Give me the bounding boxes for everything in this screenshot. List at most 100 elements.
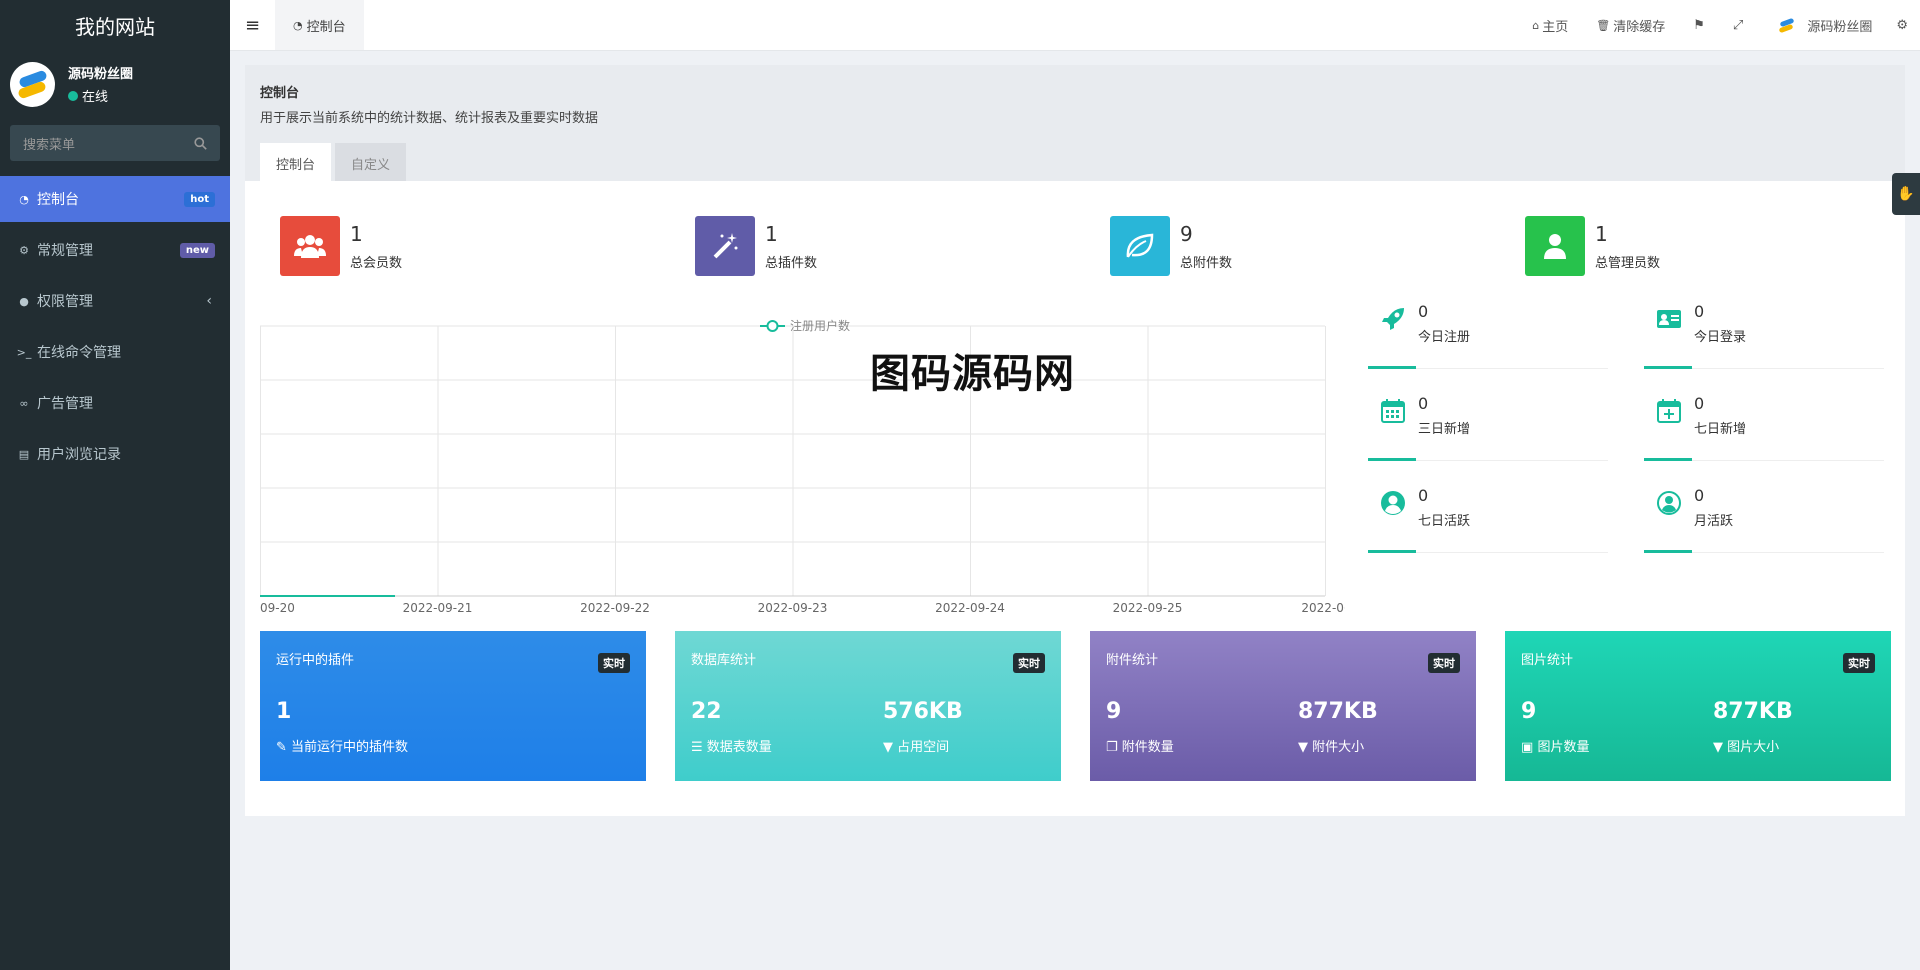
sidebar-item-command[interactable]: >_ 在线命令管理 xyxy=(0,329,230,375)
sidebar-item-dashboard[interactable]: ◔ 控制台 hot xyxy=(0,176,230,222)
id-card-icon: ▤ xyxy=(18,447,30,461)
card-subtitle-2: ▼ 图片大小 xyxy=(1713,736,1779,755)
chart-x-tick-label: 2022-09-21 xyxy=(403,601,473,615)
stat-value: 1 xyxy=(1595,221,1608,246)
tab-dashboard[interactable]: ◔ 控制台 xyxy=(275,0,364,50)
users-icon xyxy=(280,216,340,276)
stat-value: 9 xyxy=(1180,221,1193,246)
user-circle-icon xyxy=(1381,491,1405,515)
fullscreen-icon: ⤢ xyxy=(1732,17,1744,33)
avatar xyxy=(10,61,55,107)
home-icon: ⌂ xyxy=(1532,18,1540,32)
card-sub-label: 占用空间 xyxy=(897,740,950,755)
sidebar-toggle-icon[interactable]: ≡ xyxy=(230,0,275,50)
sidebar-item-label: 广告管理 xyxy=(37,396,93,412)
sidebar-item-label: 控制台 xyxy=(37,192,79,208)
kpi-value: 0 xyxy=(1694,302,1705,321)
tab-label: 控制台 xyxy=(306,19,346,35)
filter-icon: ▼ xyxy=(1298,740,1308,755)
card-running-plugins: 运行中的插件 实时 1 ✎ 当前运行中的插件数 xyxy=(260,631,646,781)
chart-legend-marker xyxy=(766,320,779,332)
panel-body: 1 总会员数 1 总插件数 9 总附件数 1 总管理员数 09-20 2022-09-21… xyxy=(245,181,1905,816)
menu-search-input[interactable]: 搜索菜单 xyxy=(10,125,220,161)
card-subtitle: ☰ 数据表数量 xyxy=(691,736,772,755)
stat-plugins: 1 总插件数 xyxy=(695,216,817,276)
tab-custom[interactable]: 自定义 xyxy=(335,143,407,184)
kpi-value: 0 xyxy=(1418,486,1429,505)
sidebar-item-general[interactable]: ⚙ 常规管理 new xyxy=(0,227,230,273)
card-sub-label: 附件大小 xyxy=(1312,740,1365,755)
sidebar-item-auth[interactable]: ● 权限管理 ‹ xyxy=(0,278,230,324)
chart-svg: 09-20 2022-09-21 2022-09-22 2022-09-23 2022-… xyxy=(260,318,1349,615)
topbar: ≡ ◔ 控制台 ⌂ 主页 🗑 清除缓存 ⚑ ⤢ 源码粉丝圈 ⚙ xyxy=(230,0,1920,51)
trash-icon: 🗑 xyxy=(1596,18,1611,32)
card-subtitle-2: ▼ 附件大小 xyxy=(1298,736,1364,755)
magic-wand-icon xyxy=(695,216,755,276)
top-user-menu[interactable]: 源码粉丝圈 xyxy=(1757,15,1892,35)
fullscreen-button[interactable]: ⤢ xyxy=(1719,18,1757,33)
filter-icon: ▼ xyxy=(1713,740,1723,755)
kpi-label: 七日新增 xyxy=(1694,422,1747,437)
card-sub-label: 图片数量 xyxy=(1537,740,1590,755)
kpi-value: 0 xyxy=(1418,302,1429,321)
sidebar-item-label: 用户浏览记录 xyxy=(37,447,121,463)
card-subtitle: ✎ 当前运行中的插件数 xyxy=(276,736,408,755)
hot-badge: hot xyxy=(184,191,215,207)
stat-members: 1 总会员数 xyxy=(280,216,402,276)
search-icon[interactable] xyxy=(194,136,207,150)
chart-x-tick-label: 2022-09-23 xyxy=(758,601,828,615)
chart-x-tick-label: 2022-09-24 xyxy=(935,601,1005,615)
site-logo[interactable]: 我的网站 xyxy=(0,0,230,50)
page-title: 控制台 xyxy=(260,86,300,101)
kpi-underline xyxy=(1644,458,1692,461)
dashboard-icon: ◔ xyxy=(293,18,303,32)
realtime-badge: 实时 xyxy=(1843,653,1875,673)
clear-cache-label: 清除缓存 xyxy=(1613,19,1666,35)
kpi-seven-day-active: 0 七日活跃 xyxy=(1368,480,1608,553)
language-button[interactable]: ⚑ xyxy=(1679,18,1719,33)
kpi-label: 月活跃 xyxy=(1694,514,1734,529)
card-value-2: 877KB xyxy=(1298,699,1378,724)
watermark-logo: 图码源码网 xyxy=(870,351,1075,397)
card-attachments: 附件统计 实时 9 ❐ 附件数量 877KB ▼ 附件大小 xyxy=(1090,631,1476,781)
vcard-icon xyxy=(1657,310,1681,328)
settings-button[interactable]: ⚙ xyxy=(1892,18,1920,33)
sidebar-item-browse-log[interactable]: ▤ 用户浏览记录 xyxy=(0,431,230,477)
kpi-value: 0 xyxy=(1694,394,1705,413)
kpi-underline xyxy=(1368,366,1416,369)
files-icon: ❐ xyxy=(1106,740,1118,755)
card-value: 9 xyxy=(1521,699,1537,724)
tab-dashboard-panel[interactable]: 控制台 xyxy=(260,143,332,184)
chart-legend-label: 注册用户数 xyxy=(790,318,850,333)
kpi-monthly-active: 0 月活跃 xyxy=(1644,480,1884,553)
control-sidebar-toggle[interactable]: ✋ xyxy=(1892,173,1920,215)
kpi-underline xyxy=(1644,550,1692,553)
kpi-underline xyxy=(1368,458,1416,461)
filter-icon: ▼ xyxy=(883,740,893,755)
kpi-label: 今日注册 xyxy=(1418,330,1471,345)
topbar-right: ⌂ 主页 🗑 清除缓存 ⚑ ⤢ 源码粉丝圈 ⚙ xyxy=(1518,0,1920,50)
card-value: 9 xyxy=(1106,699,1122,724)
card-sub-label: 数据表数量 xyxy=(706,740,772,755)
kpi-label: 三日新增 xyxy=(1418,422,1471,437)
home-link[interactable]: ⌂ 主页 xyxy=(1518,16,1582,35)
card-value: 22 xyxy=(691,699,722,724)
sidebar-item-label: 权限管理 xyxy=(37,294,93,310)
calendar-icon xyxy=(1381,399,1405,423)
dashboard-icon: ◔ xyxy=(19,192,29,206)
user-icon xyxy=(1525,216,1585,276)
stat-label: 总会员数 xyxy=(350,255,403,271)
clear-cache-button[interactable]: 🗑 清除缓存 xyxy=(1582,16,1679,35)
language-icon: ⚑ xyxy=(1693,17,1705,33)
main-content: 控制台 用于展示当前系统中的统计数据、统计报表及重要实时数据 控制台 自定义 1… xyxy=(245,65,1905,816)
leaf-icon xyxy=(1110,216,1170,276)
realtime-badge: 实时 xyxy=(1013,653,1045,673)
card-subtitle: ▣ 图片数量 xyxy=(1521,736,1589,755)
card-value-2: 877KB xyxy=(1713,699,1793,724)
kpi-today-login: 0 今日登录 xyxy=(1644,296,1884,369)
menu-search-placeholder: 搜索菜单 xyxy=(23,137,76,153)
sidebar-item-label: 常规管理 xyxy=(37,243,93,259)
sidebar-item-ads[interactable]: ∞ 广告管理 xyxy=(0,380,230,426)
terminal-icon: >_ xyxy=(16,345,32,359)
card-title: 数据库统计 xyxy=(691,653,757,668)
